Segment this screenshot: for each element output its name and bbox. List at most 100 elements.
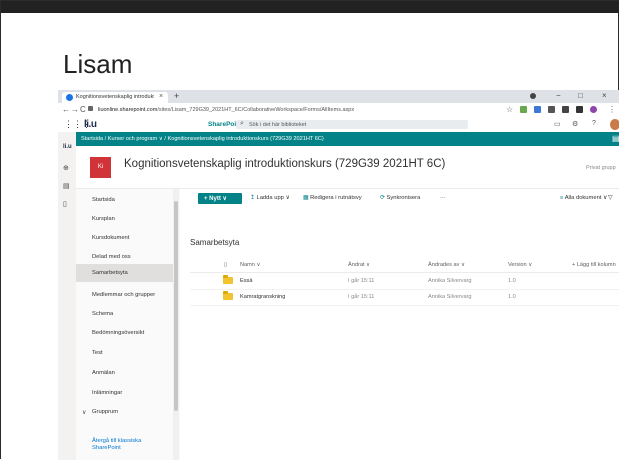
- row-modified-by[interactable]: Annika Silvervarg: [428, 278, 472, 284]
- row-modified-by[interactable]: Annika Silvervarg: [428, 294, 472, 300]
- folder-icon: [223, 275, 233, 284]
- address-bar-row: ← → C liuonline.sharepoint.com/sites/Lis…: [58, 103, 619, 118]
- more-commands-button[interactable]: ···: [440, 195, 446, 201]
- site-title[interactable]: Kognitionsvetenskaplig introduktionskurs…: [124, 158, 445, 170]
- nav-item-grupprum[interactable]: Grupprum: [92, 409, 118, 415]
- new-tab-button[interactable]: +: [174, 91, 179, 101]
- row-modified: I går 15:11: [348, 278, 375, 284]
- nav-item-test[interactable]: Test: [92, 350, 103, 356]
- record-indicator-icon: [530, 93, 536, 99]
- list-title: Samarbetsyta: [190, 238, 240, 247]
- extension-icon[interactable]: [562, 106, 569, 113]
- site-logo[interactable]: Ki: [90, 157, 111, 178]
- search-placeholder: Sök i det här biblioteket: [249, 121, 307, 128]
- nav-item-startsida[interactable]: Startsida: [92, 197, 115, 203]
- maximize-button[interactable]: □: [578, 91, 583, 100]
- classic-sharepoint-link[interactable]: Återgå till klassiska SharePoint: [92, 438, 162, 452]
- upload-icon: ↥: [250, 195, 255, 201]
- upload-button[interactable]: ↥ Ladda upp ∨: [250, 195, 290, 201]
- row-version: 1.0: [508, 294, 516, 300]
- extension-icon[interactable]: [548, 106, 555, 113]
- extension-icon[interactable]: [534, 106, 541, 113]
- edit-grid-label: Redigera i rutnätsvy: [310, 195, 362, 201]
- forward-icon[interactable]: →: [71, 105, 79, 114]
- nav-item-anmalan[interactable]: Anmälan: [92, 370, 115, 376]
- clipboard-icon[interactable]: ▤: [612, 134, 619, 143]
- row-modified: I går 15:11: [348, 294, 375, 300]
- user-avatar[interactable]: [610, 119, 619, 130]
- browser-tab-row: Kognitionsvetenskaplig introdukt × + − □…: [58, 90, 619, 103]
- help-icon[interactable]: ?: [592, 120, 596, 127]
- tab-title: Kognitionsvetenskaplig introdukt: [76, 94, 154, 100]
- table-row[interactable]: Kamratgranskning I går 15:11 Annika Silv…: [190, 289, 619, 306]
- column-version[interactable]: Version ∨: [508, 262, 532, 268]
- command-bar: + Nytt ∨ ↥ Ladda upp ∨ ▦ Redigera i rutn…: [190, 191, 619, 206]
- sync-icon: ⟳: [380, 195, 385, 201]
- view-icon: ≡: [560, 195, 564, 201]
- app-rail: li.u ⊕ ▤ ▯: [58, 132, 77, 460]
- tab-close-icon[interactable]: ×: [159, 93, 163, 100]
- suite-bar: ⋮⋮⋮ li.u SharePoint ⌕ Sök i det här bibl…: [58, 117, 619, 133]
- lock-icon: [88, 106, 93, 111]
- new-button[interactable]: + Nytt ∨: [198, 193, 242, 204]
- nav-scrollbar[interactable]: [173, 189, 179, 460]
- column-modified-by[interactable]: Ändrades av ∨: [428, 262, 465, 268]
- feedback-icon[interactable]: ▭: [554, 120, 561, 128]
- edit-grid-button[interactable]: ▦ Redigera i rutnätsvy: [303, 195, 362, 201]
- liu-home-icon[interactable]: li.u: [63, 144, 72, 150]
- chevron-down-icon[interactable]: ∨: [82, 409, 86, 416]
- folder-icon: [223, 291, 233, 300]
- row-name[interactable]: Kamratgranskning: [240, 294, 285, 300]
- settings-gear-icon[interactable]: ⚙: [572, 120, 578, 128]
- breadcrumb-text[interactable]: Startsida / Kurser och program ∨ / Kogni…: [81, 136, 324, 142]
- slide: Lisam Kognitionsvetenskaplig introdukt ×…: [0, 0, 619, 460]
- sharepoint-favicon-icon: [66, 94, 73, 101]
- nav-item-kursdokument[interactable]: Kursdokument: [92, 235, 129, 241]
- nav-item-inlamningar[interactable]: Inlämningar: [92, 390, 122, 396]
- row-name[interactable]: Essä: [240, 278, 252, 284]
- liu-logo[interactable]: li.u: [84, 119, 97, 130]
- sync-button[interactable]: ⟳ Synkronisera: [380, 195, 420, 201]
- reload-icon[interactable]: C: [80, 105, 86, 114]
- add-column-button[interactable]: + Lägg till kolumn: [572, 262, 616, 268]
- slide-title: Lisam: [63, 49, 133, 79]
- browser-screenshot: Kognitionsvetenskaplig introdukt × + − □…: [58, 90, 619, 460]
- search-input[interactable]: ⌕ Sök i det här biblioteket: [236, 120, 468, 129]
- back-icon[interactable]: ←: [62, 105, 70, 114]
- browser-tab[interactable]: Kognitionsvetenskaplig introdukt ×: [62, 92, 168, 103]
- nav-item-kursplan[interactable]: Kursplan: [92, 216, 115, 222]
- left-navigation: Startsida Kursplan Kursdokument Delad me…: [76, 189, 180, 460]
- row-version: 1.0: [508, 278, 516, 284]
- profile-icon[interactable]: [590, 106, 597, 113]
- nav-item-samarbetsyta[interactable]: Samarbetsyta: [92, 270, 128, 276]
- nav-item-bedomning[interactable]: Bedömningsöversikt: [92, 330, 144, 336]
- filter-icon[interactable]: ▽: [608, 195, 612, 201]
- nav-item-medlemmar[interactable]: Medlemmar och grupper: [92, 292, 155, 298]
- site-header: Ki Kognitionsvetenskaplig introduktionsk…: [76, 146, 619, 189]
- column-name[interactable]: Namn ∨: [240, 262, 261, 268]
- document-icon[interactable]: ▯: [63, 200, 67, 208]
- view-selector[interactable]: ≡ Alla dokument ∨: [560, 195, 607, 201]
- browser-menu-icon[interactable]: ⋮: [608, 105, 616, 114]
- search-icon: ⌕: [240, 120, 244, 127]
- minimize-button[interactable]: −: [556, 91, 561, 100]
- column-modified[interactable]: Ändrat ∨: [348, 262, 370, 268]
- url-host: liuonline.sharepoint.com: [98, 107, 158, 113]
- url-field[interactable]: liuonline.sharepoint.com/sites/Lisam_729…: [98, 105, 468, 115]
- nav-scrollbar-thumb[interactable]: [174, 201, 178, 411]
- bookmark-star-icon[interactable]: ☆: [506, 105, 513, 114]
- slide-top-bar: [1, 1, 619, 13]
- nav-item-delad-med-oss[interactable]: Delad med oss: [92, 254, 131, 260]
- file-type-icon[interactable]: ▯: [224, 262, 227, 268]
- news-icon[interactable]: ▤: [63, 182, 70, 190]
- extension-icon[interactable]: [520, 106, 527, 113]
- nav-item-schema[interactable]: Schema: [92, 311, 113, 317]
- breadcrumb: Startsida / Kurser och program ∨ / Kogni…: [76, 132, 619, 146]
- view-label: Alla dokument ∨: [564, 195, 608, 201]
- grid-icon: ▦: [303, 195, 309, 201]
- close-window-button[interactable]: ×: [602, 91, 607, 100]
- table-row[interactable]: Essä I går 15:11 Annika Silvervarg 1.0: [190, 273, 619, 290]
- puzzle-icon[interactable]: [576, 106, 583, 113]
- globe-icon[interactable]: ⊕: [63, 164, 69, 172]
- sync-label: Synkronisera: [386, 195, 421, 201]
